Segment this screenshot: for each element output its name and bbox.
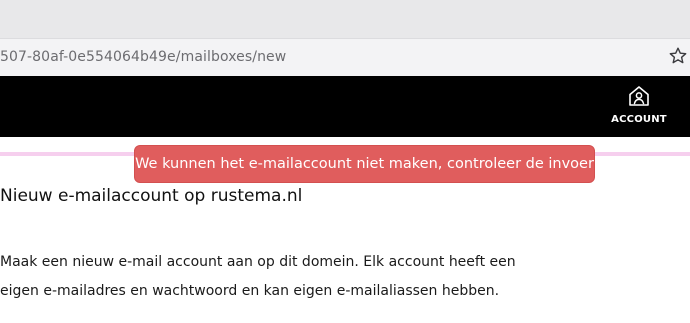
error-message: We kunnen het e-mailaccount niet maken, … — [135, 156, 594, 172]
page-title: Nieuw e-mailaccount op rustema.nl — [0, 186, 303, 206]
intro-line-2: eigen e-mailadres en wachtwoord en kan e… — [0, 283, 500, 299]
url-text[interactable]: 507-80af-0e554064b49e/mailboxes/new — [0, 49, 286, 65]
app-header: ACCOUNT — [0, 76, 690, 137]
account-link[interactable]: ACCOUNT — [610, 84, 668, 128]
address-bar[interactable]: 507-80af-0e554064b49e/mailboxes/new — [0, 38, 690, 76]
intro-text: Maak een nieuw e-mail account aan op dit… — [0, 248, 520, 306]
account-label: ACCOUNT — [611, 114, 667, 125]
error-notification[interactable]: We kunnen het e-mailaccount niet maken, … — [134, 145, 595, 183]
home-user-icon — [629, 86, 649, 106]
browser-tab-strip — [0, 0, 690, 38]
intro-line-1: Maak een nieuw e-mail account aan op dit… — [0, 254, 516, 270]
star-icon[interactable] — [668, 46, 688, 66]
